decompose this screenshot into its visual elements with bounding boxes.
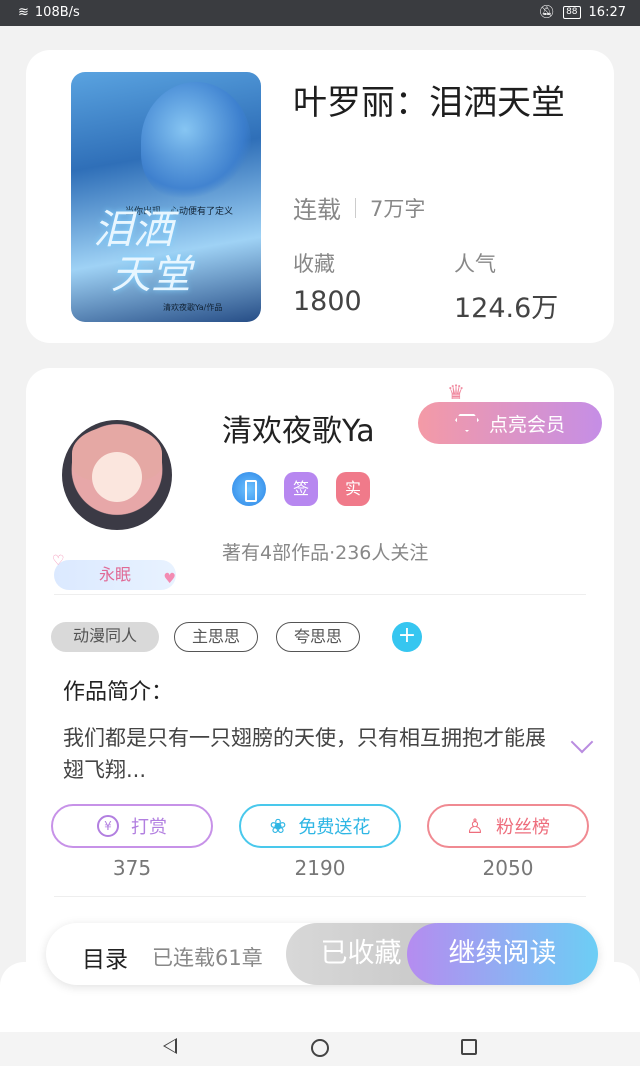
wifi-icon: ≋ [18, 5, 29, 20]
home-icon[interactable] [311, 1039, 329, 1057]
battery-icon: 88 [563, 6, 581, 19]
fan-title-badge: ♡ 永眠 ♥ [52, 553, 176, 590]
fan-ranking-button[interactable]: ♙ 粉丝榜 [427, 804, 589, 848]
popularity-value: 124.6万 [454, 293, 559, 324]
fans-count: 2050 [482, 856, 534, 880]
heart-icon: ♥ [163, 571, 176, 587]
reward-label: 打赏 [131, 817, 167, 838]
heart-icon: ♡ [52, 553, 65, 569]
signed-author-badge[interactable]: 签 [284, 472, 318, 506]
flower-label: 免费送花 [298, 817, 371, 838]
book-status: 连载 [293, 196, 341, 224]
flower-count: 2190 [294, 856, 346, 880]
book-title: 叶罗丽：泪洒天堂 [293, 83, 565, 123]
tag-item[interactable]: 夸思思 [276, 622, 360, 652]
avatar-face [92, 452, 142, 502]
book-info-card: 当你出现，心动便有了定义 泪洒 天堂 清欢夜歌Ya/作品 叶罗丽：泪洒天堂 连载… [26, 50, 614, 343]
book-cover[interactable]: 当你出现，心动便有了定义 泪洒 天堂 清欢夜歌Ya/作品 [71, 72, 261, 322]
divider [54, 594, 586, 595]
tag-item[interactable]: 主思思 [174, 622, 258, 652]
book-meta: 连载 7万字 [293, 190, 425, 225]
fan-title-label: 永眠 [98, 565, 131, 584]
free-flower-button[interactable]: ❀ 免费送花 [239, 804, 401, 848]
vip-button[interactable]: 点亮会员 [418, 402, 602, 444]
avatar[interactable] [62, 420, 172, 530]
mute-icon: 🔕︎ [538, 5, 556, 20]
cover-illustration [141, 82, 251, 202]
divider [54, 896, 586, 897]
chapter-count: 已连载61章 [152, 946, 263, 970]
clock: 16:27 [588, 5, 626, 20]
cover-title-line2: 天堂 [111, 252, 191, 298]
add-tag-button[interactable]: + [392, 622, 422, 652]
bottom-action-bar: 目录 已连载61章 已收藏 继续阅读 [46, 923, 598, 985]
intro-heading: 作品简介： [63, 680, 174, 705]
catalog-button[interactable]: 目录 [82, 940, 128, 974]
recent-apps-icon[interactable] [461, 1039, 477, 1055]
reward-button[interactable]: ¥ 打赏 [51, 804, 213, 848]
crown-icon: ♛ [447, 380, 465, 404]
favorites-label: 收藏 [293, 252, 335, 276]
back-icon[interactable] [163, 1038, 177, 1054]
category-tag[interactable]: 动漫同人 [51, 622, 159, 652]
real-name-badge[interactable]: 实 [336, 472, 370, 506]
fans-label: 粉丝榜 [495, 817, 550, 838]
phone-verified-icon[interactable] [232, 472, 266, 506]
user-heart-icon: ♙ [466, 814, 484, 838]
reward-count: 375 [112, 856, 152, 880]
chevron-down-icon[interactable] [570, 730, 594, 754]
diamond-icon [454, 414, 479, 432]
yen-coin-icon: ¥ [97, 815, 119, 837]
flower-icon: ❀ [269, 814, 287, 838]
author-works-summary: 著有4部作品·236人关注 [222, 542, 429, 564]
favorites-value: 1800 [293, 286, 362, 317]
popularity-label: 人气 [454, 252, 496, 276]
vip-button-label: 点亮会员 [488, 413, 565, 436]
meta-divider [355, 197, 356, 218]
continue-reading-button[interactable]: 继续阅读 [407, 923, 598, 985]
intro-text: 我们都是只有一只翅膀的天使，只有相互拥抱才能展翅飞翔... [63, 726, 546, 782]
system-nav-bar [0, 1032, 640, 1066]
cover-author-credit: 清欢夜歌Ya/作品 [163, 303, 223, 312]
author-name[interactable]: 清欢夜歌Ya [222, 406, 375, 450]
status-bar: ≋ 108B/s 🔕︎ 88 16:27 [0, 0, 640, 26]
network-speed: 108B/s [34, 5, 80, 20]
word-count: 7万字 [370, 196, 426, 221]
